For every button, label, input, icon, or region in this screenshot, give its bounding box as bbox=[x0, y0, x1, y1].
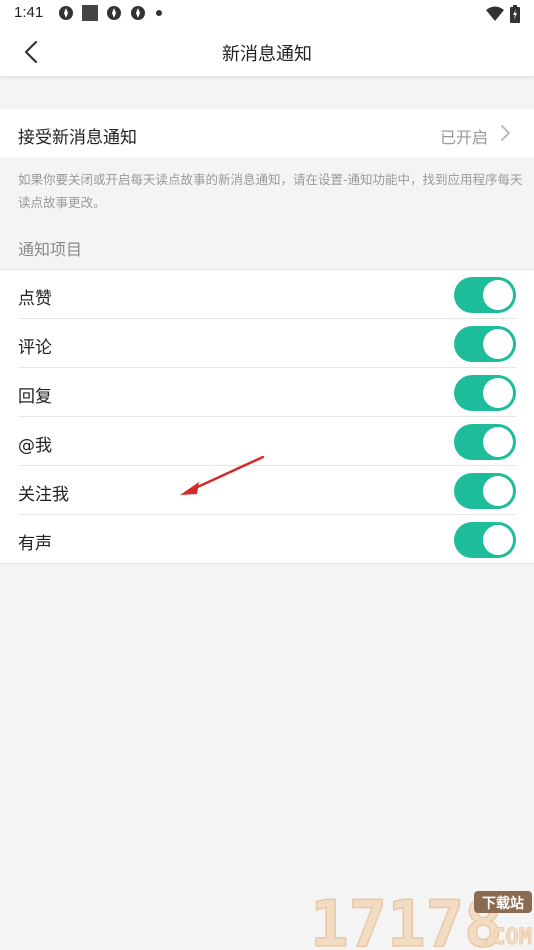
annotation-arrow-icon bbox=[180, 455, 265, 495]
chevron-right-icon bbox=[501, 125, 510, 141]
status-time: 1:41 bbox=[14, 4, 44, 21]
followers-toggle[interactable] bbox=[454, 473, 516, 509]
receive-notifications-status: 已开启 bbox=[439, 128, 488, 147]
toggle-knob bbox=[483, 329, 513, 359]
item-label: 点赞 bbox=[18, 289, 52, 309]
item-label: 评论 bbox=[18, 338, 52, 358]
status-bar: 1:41 bbox=[0, 0, 534, 28]
list-item-likes: 点赞 bbox=[0, 270, 534, 319]
item-label: 回复 bbox=[18, 387, 52, 407]
app-notification-icon bbox=[59, 6, 73, 20]
list-item-comments: 评论 bbox=[0, 319, 534, 368]
watermark-logo: 17178 下载站 .COM bbox=[309, 888, 532, 950]
battery-icon bbox=[510, 5, 520, 23]
toggle-knob bbox=[483, 476, 513, 506]
item-label: 有声 bbox=[18, 534, 52, 554]
comments-toggle[interactable] bbox=[454, 326, 516, 362]
replies-toggle[interactable] bbox=[454, 375, 516, 411]
likes-toggle[interactable] bbox=[454, 277, 516, 313]
app-header: 新消息通知 bbox=[0, 28, 534, 76]
app-notification-icon bbox=[131, 6, 145, 20]
svg-text:.COM: .COM bbox=[479, 925, 532, 950]
list-item-replies: 回复 bbox=[0, 368, 534, 417]
toggle-knob bbox=[483, 525, 513, 555]
receive-notifications-row[interactable]: 接受新消息通知 已开启 bbox=[0, 109, 534, 157]
wifi-icon bbox=[486, 6, 504, 21]
svg-text:17178: 17178 bbox=[310, 888, 503, 950]
toggle-knob bbox=[483, 280, 513, 310]
item-label: @我 bbox=[18, 436, 52, 456]
svg-text:下载站: 下载站 bbox=[482, 895, 524, 912]
status-notification-icons bbox=[58, 5, 162, 21]
toggle-knob bbox=[483, 378, 513, 408]
section-title: 通知项目 bbox=[18, 240, 83, 259]
audio-toggle[interactable] bbox=[454, 522, 516, 558]
list-item-audio: 有声 bbox=[0, 515, 534, 564]
item-label: 关注我 bbox=[18, 485, 69, 505]
mentions-toggle[interactable] bbox=[454, 424, 516, 460]
app-notification-icon bbox=[107, 6, 121, 20]
more-dot-icon bbox=[156, 10, 162, 16]
page-title: 新消息通知 bbox=[222, 44, 312, 65]
stop-square-icon bbox=[82, 5, 98, 21]
toggle-knob bbox=[483, 427, 513, 457]
notification-items-list: 点赞 评论 回复 @我 关注我 有声 bbox=[0, 269, 534, 564]
receive-notifications-label: 接受新消息通知 bbox=[18, 128, 137, 148]
notification-hint-text: 如果你要关闭或开启每天读点故事的新消息通知，请在设置-通知功能中，找到应用程序每… bbox=[18, 172, 523, 210]
status-system-icons bbox=[486, 5, 520, 23]
